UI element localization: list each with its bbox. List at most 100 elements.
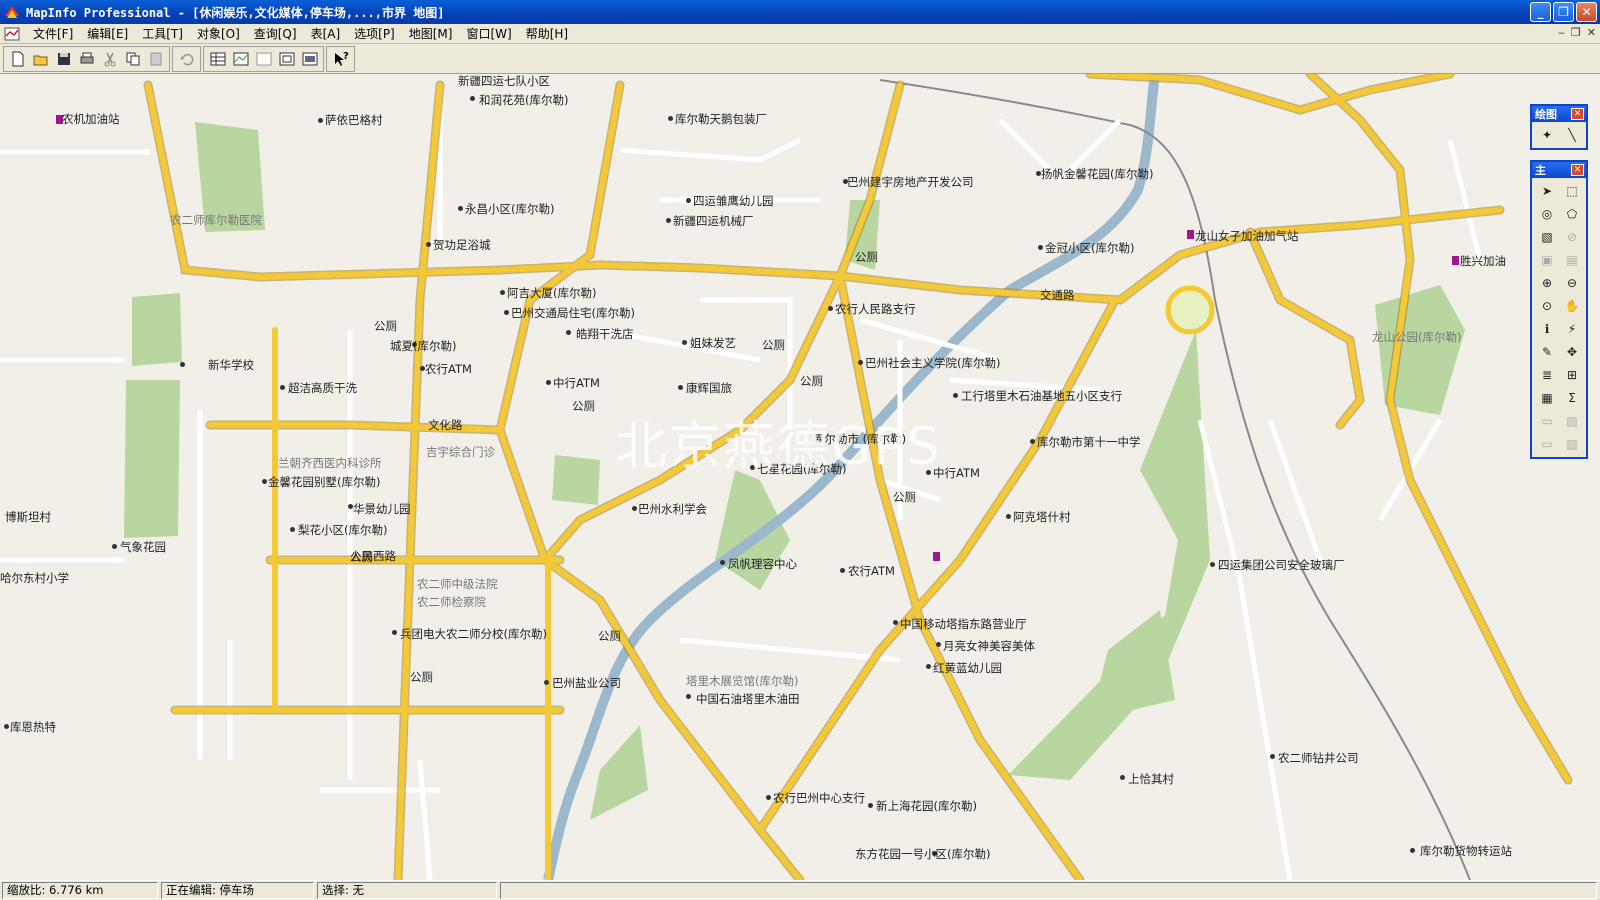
poi-dot[interactable] (426, 242, 431, 247)
drawing-palette-titlebar[interactable]: 绘图 ✕ (1532, 106, 1586, 122)
poi-dot[interactable] (1270, 754, 1275, 759)
undo-icon[interactable] (175, 48, 198, 70)
menu-file[interactable]: 文件[F] (26, 25, 80, 42)
poi-dot[interactable] (868, 803, 873, 808)
help-pointer-icon[interactable]: ? (329, 48, 352, 70)
hotlink-icon[interactable]: ⚡ (1560, 318, 1584, 340)
poi-dot[interactable] (953, 393, 958, 398)
poi-dot[interactable] (720, 560, 725, 565)
gas-station-icon[interactable] (1452, 256, 1459, 265)
change-view-icon[interactable]: ⊙ (1535, 295, 1559, 317)
select-arrow-icon[interactable]: ➤ (1535, 180, 1559, 202)
paste-icon[interactable] (144, 48, 167, 70)
set-clip-icon[interactable]: ▨ (1560, 410, 1584, 432)
menu-map[interactable]: 地图[M] (402, 25, 460, 42)
poi-dot[interactable] (893, 620, 898, 625)
graph-icon[interactable] (252, 48, 275, 70)
minimize-button[interactable]: _ (1530, 2, 1551, 22)
poi-dot[interactable] (1030, 439, 1035, 444)
map-window[interactable]: 新疆四运七队小区 和润花苑(库尔勒) 库尔勒天鹅包装厂 农机加油站 萨依巴格村 … (0, 74, 1600, 880)
poi-dot[interactable] (1120, 775, 1125, 780)
menu-window[interactable]: 窗口[W] (459, 25, 518, 42)
zoom-in-icon[interactable]: ⊕ (1535, 272, 1559, 294)
scale-icon[interactable]: ▨ (1560, 433, 1584, 455)
radius-select-icon[interactable]: ◎ (1535, 203, 1559, 225)
browser-icon[interactable] (206, 48, 229, 70)
zoom-status[interactable]: 缩放比: 6.776 km (2, 882, 158, 899)
polygon-select-icon[interactable]: ⬠ (1560, 203, 1584, 225)
menu-table[interactable]: 表[A] (304, 25, 348, 42)
ruler-icon[interactable]: ⊞ (1560, 364, 1584, 386)
poi-dot[interactable] (1210, 562, 1215, 567)
poi-dot[interactable] (668, 116, 673, 121)
poi-dot[interactable] (828, 306, 833, 311)
poi-dot[interactable] (280, 385, 285, 390)
gas-station-icon[interactable] (933, 552, 940, 561)
menu-query[interactable]: 查询[Q] (247, 25, 304, 42)
symbol-tool-icon[interactable]: ✦ (1535, 124, 1559, 146)
save-icon[interactable] (52, 48, 75, 70)
poi-dot[interactable] (858, 360, 863, 365)
poi-dot[interactable] (766, 795, 771, 800)
document-map-icon[interactable] (4, 26, 20, 42)
layout-icon[interactable] (275, 48, 298, 70)
cut-icon[interactable] (98, 48, 121, 70)
poi-dot[interactable] (666, 218, 671, 223)
menu-options[interactable]: 选项[P] (347, 25, 402, 42)
new-icon[interactable] (6, 48, 29, 70)
mdi-close-button[interactable]: ✕ (1587, 26, 1596, 39)
gas-station-icon[interactable] (1187, 230, 1194, 239)
menu-help[interactable]: 帮助[H] (519, 25, 575, 42)
poi-dot[interactable] (840, 568, 845, 573)
title-bar[interactable]: MapInfo Professional - [休闲娱乐,文化媒体,停车场,..… (0, 0, 1600, 24)
close-icon[interactable]: ✕ (1571, 108, 1584, 120)
poi-dot[interactable] (926, 664, 931, 669)
info-tool-icon[interactable]: ℹ (1535, 318, 1559, 340)
print-icon[interactable] (75, 48, 98, 70)
close-icon[interactable]: ✕ (1571, 164, 1584, 176)
menu-tools[interactable]: 工具[T] (135, 25, 190, 42)
poi-dot[interactable] (112, 544, 117, 549)
show-layers-icon[interactable]: ▭ (1535, 433, 1559, 455)
clip-region-icon[interactable]: ▭ (1535, 410, 1559, 432)
graph-select-icon[interactable]: ▣ (1535, 249, 1559, 271)
poi-dot[interactable] (1006, 514, 1011, 519)
label-tool-icon[interactable]: ✎ (1535, 341, 1559, 363)
grabber-hand-icon[interactable]: ✋ (1560, 295, 1584, 317)
poi-dot[interactable] (180, 362, 185, 367)
redistrict-icon[interactable] (298, 48, 321, 70)
marquee-select-icon[interactable]: ⬚ (1560, 180, 1584, 202)
zoom-out-icon[interactable]: ⊖ (1560, 272, 1584, 294)
poi-dot[interactable] (686, 694, 691, 699)
map-window-icon[interactable] (229, 48, 252, 70)
poi-dot[interactable] (936, 642, 941, 647)
legend-icon[interactable]: ▦ (1535, 387, 1559, 409)
poi-dot[interactable] (544, 680, 549, 685)
poi-dot[interactable] (470, 96, 475, 101)
close-button[interactable]: ✕ (1576, 2, 1597, 22)
unselect-icon[interactable]: ⊘ (1560, 226, 1584, 248)
poi-dot[interactable] (678, 385, 683, 390)
poi-dot[interactable] (262, 479, 267, 484)
poi-dot[interactable] (504, 310, 509, 315)
poi-dot[interactable] (290, 527, 295, 532)
invert-select-icon[interactable]: ▤ (1560, 249, 1584, 271)
copy-icon[interactable] (121, 48, 144, 70)
boundary-select-icon[interactable]: ▧ (1535, 226, 1559, 248)
poi-dot[interactable] (458, 206, 463, 211)
poi-dot[interactable] (1410, 848, 1415, 853)
main-palette-titlebar[interactable]: 主 ✕ (1532, 162, 1586, 178)
poi-dot[interactable] (566, 330, 571, 335)
restore-button[interactable]: ❐ (1553, 2, 1574, 22)
poi-dot[interactable] (632, 506, 637, 511)
open-icon[interactable] (29, 48, 52, 70)
editing-status[interactable]: 正在编辑: 停车场 (161, 882, 314, 899)
layer-control-icon[interactable]: ≣ (1535, 364, 1559, 386)
poi-dot[interactable] (546, 380, 551, 385)
drag-window-icon[interactable]: ✥ (1560, 341, 1584, 363)
line-tool-icon[interactable]: ╲ (1560, 124, 1584, 146)
poi-dot[interactable] (686, 198, 691, 203)
poi-dot[interactable] (4, 724, 9, 729)
statistics-icon[interactable]: Σ (1560, 387, 1584, 409)
poi-dot[interactable] (682, 340, 687, 345)
